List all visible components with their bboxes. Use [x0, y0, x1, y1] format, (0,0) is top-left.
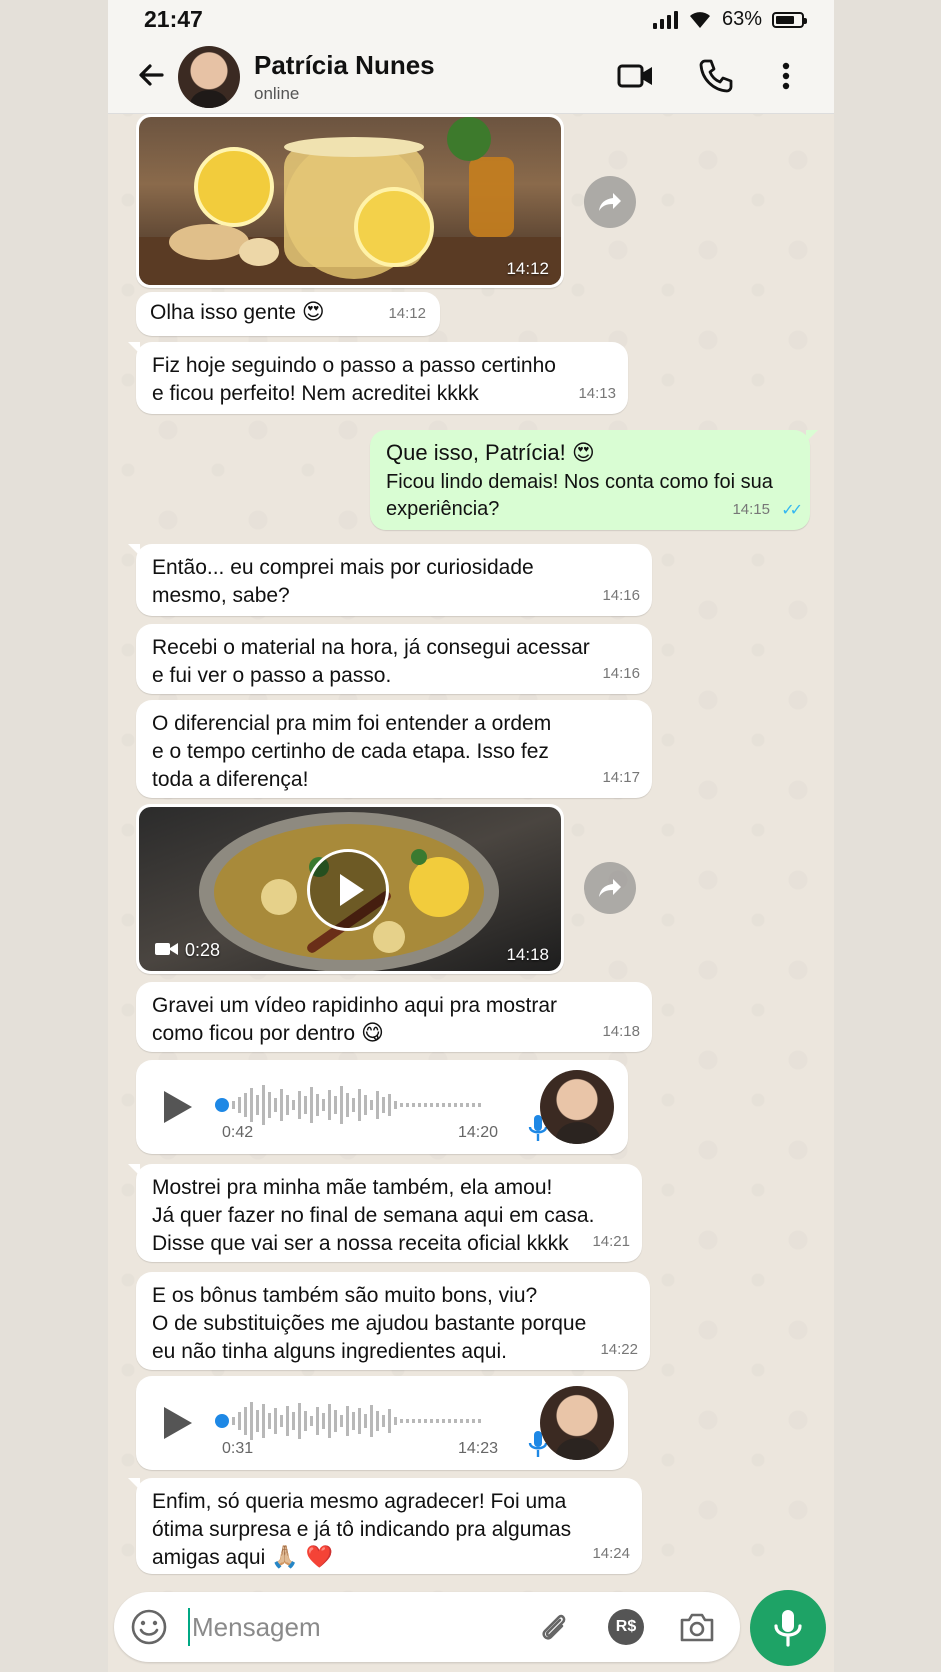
record-voice-button[interactable]: [750, 1590, 826, 1666]
video-duration: 0:28: [185, 940, 221, 960]
message-bubble[interactable]: E os bônus também são muito bons, viu? O…: [136, 1272, 650, 1370]
more-options-icon[interactable]: [766, 56, 806, 96]
sender-avatar: [540, 1386, 614, 1460]
play-video-button[interactable]: [307, 849, 389, 931]
message-time: 14:13: [578, 385, 616, 402]
message-text: Mostrei pra minha mãe também, ela amou! …: [152, 1176, 595, 1255]
message-time: 14:18: [506, 945, 549, 964]
message-bubble[interactable]: O diferencial pra mim foi entender a ord…: [136, 700, 652, 798]
emoji-heart-eyes: 😍: [301, 300, 325, 325]
emoji-icon[interactable]: [130, 1608, 168, 1646]
microphone-icon: [774, 1610, 802, 1647]
message-bubble[interactable]: Fiz hoje seguindo o passo a passo certin…: [128, 342, 628, 414]
signal-icon: [652, 10, 678, 29]
voice-call-icon[interactable]: [696, 56, 736, 96]
status-time: 21:47: [144, 6, 203, 32]
camera-icon[interactable]: [678, 1608, 716, 1646]
video-camera-icon: [155, 943, 178, 955]
contact-avatar[interactable]: [178, 46, 240, 108]
voice-message[interactable]: 0:31 14:23: [136, 1376, 628, 1470]
message-bubble[interactable]: Gravei um vídeo rapidinho aqui pra mostr…: [136, 982, 652, 1052]
wifi-icon: [689, 11, 710, 28]
video-call-icon[interactable]: [616, 56, 656, 96]
attachment-icon[interactable]: [534, 1608, 572, 1646]
video-thumbnail: 0:28 14:18: [139, 807, 561, 971]
backdrop-right: [834, 0, 941, 1672]
tea-illustration: [139, 117, 561, 285]
back-arrow-icon[interactable]: [134, 58, 168, 92]
message-time: 14:20: [458, 1124, 499, 1141]
message-input[interactable]: [188, 1608, 488, 1646]
status-bar: 21:47 63%: [108, 0, 834, 38]
play-audio-icon[interactable]: [160, 1404, 194, 1442]
message-bubble[interactable]: Mostrei pra minha mãe também, ela amou! …: [128, 1164, 642, 1262]
voice-message[interactable]: 0:42 14:20: [136, 1060, 628, 1154]
message-time: 14:23: [458, 1440, 499, 1457]
message-time: 14:21: [592, 1233, 630, 1250]
emoji-pray-heart: 🙏🏼 ❤️: [271, 1545, 333, 1570]
audio-duration: 0:31: [222, 1440, 254, 1457]
contact-name[interactable]: Patrícia Nunes: [254, 50, 435, 81]
forward-button[interactable]: [584, 862, 636, 914]
forward-icon: [599, 879, 621, 897]
message-bubble[interactable]: Recebi o material na hora, já consegui a…: [136, 624, 652, 694]
emoji-heart-eyes: 😍: [571, 441, 595, 466]
message-title: Que isso, Patrícia!: [386, 440, 566, 465]
message-bubble[interactable]: Então... eu comprei mais por curiosidade…: [128, 544, 652, 616]
play-audio-icon[interactable]: [160, 1088, 194, 1126]
video-message[interactable]: 0:28 14:18: [136, 804, 564, 974]
message-time: 14:24: [592, 1545, 630, 1562]
tea-photo: 14:12: [139, 117, 561, 285]
message-text: O diferencial pra mim foi entender a ord…: [152, 712, 552, 791]
message-time: 14:16: [602, 587, 640, 604]
message-time: 14:12: [388, 305, 426, 322]
audio-waveform[interactable]: [214, 1084, 494, 1126]
read-ticks-icon: ✓✓: [781, 502, 803, 519]
message-bubble[interactable]: Enfim, só queria mesmo agradecer! Foi um…: [128, 1478, 642, 1574]
message-text: Então... eu comprei mais por curiosidade…: [152, 556, 534, 607]
message-bubble[interactable]: Olha isso gente 😍 14:12: [136, 292, 440, 336]
message-time: 14:18: [602, 1023, 640, 1040]
message-text: Recebi o material na hora, já consegui a…: [152, 636, 590, 687]
image-message[interactable]: 14:12: [136, 114, 564, 288]
message-text: Fiz hoje seguindo o passo a passo certin…: [152, 354, 556, 405]
audio-waveform[interactable]: [214, 1400, 494, 1442]
message-time: 14:17: [602, 769, 640, 786]
chat-header: Patrícia Nunes online: [108, 38, 834, 114]
message-text: Gravei um vídeo rapidinho aqui pra mostr…: [152, 994, 558, 1045]
forward-button[interactable]: [584, 176, 636, 228]
message-text: E os bônus também são muito bons, viu? O…: [152, 1284, 587, 1363]
battery-percentage: 63%: [721, 8, 762, 30]
message-text: Enfim, só queria mesmo agradecer! Foi um…: [152, 1490, 572, 1569]
message-time: 14:22: [600, 1341, 638, 1358]
sender-avatar: [540, 1070, 614, 1144]
message-time: 14:16: [602, 665, 640, 682]
forward-icon: [599, 193, 621, 211]
payment-icon[interactable]: R$: [608, 1609, 644, 1645]
message-time: 14:15: [732, 501, 770, 518]
emoji-yum: 😋: [360, 1021, 384, 1046]
outgoing-message-bubble[interactable]: Que isso, Patrícia! 😍 Ficou lindo demais…: [370, 430, 818, 530]
message-time: 14:12: [506, 259, 549, 278]
play-icon: [340, 874, 364, 906]
status-indicators: 63%: [652, 8, 807, 31]
message-composer: R$: [114, 1592, 740, 1662]
contact-status: online: [254, 84, 300, 103]
backdrop-left: [0, 0, 108, 1672]
battery-icon: [772, 11, 807, 28]
message-text: Olha isso gente: [150, 301, 296, 324]
audio-duration: 0:42: [222, 1124, 254, 1141]
